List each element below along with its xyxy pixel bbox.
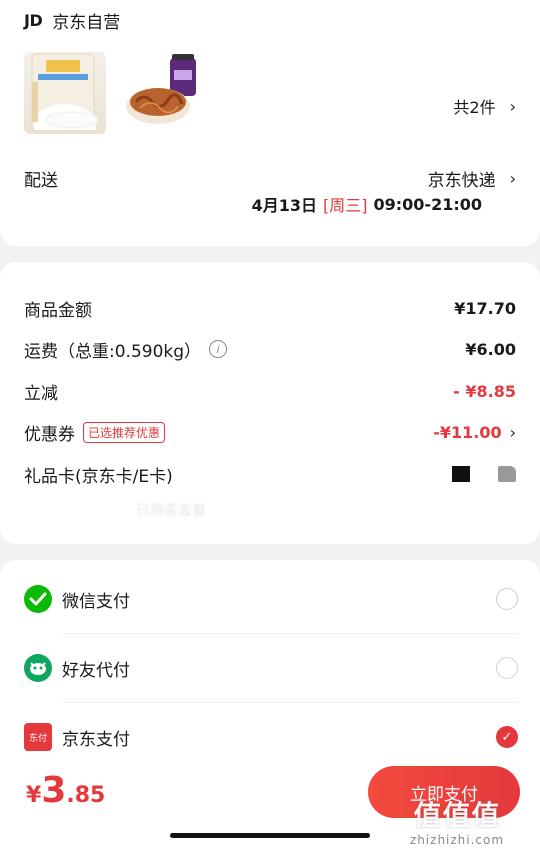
coupon-value: -¥11.00 (433, 422, 502, 442)
total-decimal: .85 (66, 783, 106, 808)
price-row-shipping-fee: 运费（总重:0.590kg） i ¥6.00 (24, 336, 516, 362)
info-icon[interactable]: i (209, 340, 228, 358)
watermark: 值值值 zhizhizhi.com (372, 799, 540, 848)
wechat-icon (24, 585, 52, 613)
wechat-pay-label: 微信支付 (62, 591, 130, 612)
price-row-discount: 立减 - ¥8.85 (24, 378, 516, 404)
store-header: JD 京东自营 (24, 8, 121, 33)
jd-pay-label: 京东支付 (62, 729, 130, 750)
blurred-text: 已购买去首 (136, 503, 206, 519)
shipping-method-selector[interactable]: 京东快递 › (428, 166, 516, 191)
shipping-fee-label: 运费（总重:0.590kg） (24, 341, 202, 362)
total-amount: ¥ 3 .85 (26, 770, 105, 811)
grey-card-icon (498, 466, 516, 482)
chevron-right-icon: › (509, 422, 516, 442)
friend-pay-label: 好友代付 (62, 660, 130, 681)
discount-label: 立减 (24, 383, 58, 404)
coupon-label: 优惠券 (24, 424, 75, 445)
jd-pay-icon: 东付 (24, 723, 52, 751)
gift-card-label: 礼品卡(京东卡/E卡) (24, 466, 173, 487)
product-thumbnail-pickle[interactable] (122, 52, 204, 134)
shipping-method: 京东快递 (427, 171, 496, 191)
coupon-recommended-badge: 已选推荐优惠 (83, 421, 166, 443)
delivery-time-window: 09:00-21:00 (373, 194, 483, 214)
friend-pay-radio[interactable] (496, 657, 518, 679)
delivery-weekday: [周三] (323, 196, 368, 215)
subtotal-value: ¥17.70 (454, 298, 516, 318)
friend-pay-icon (24, 654, 52, 682)
black-square-icon (452, 466, 470, 482)
payment-option-friend[interactable]: 好友代付 (24, 652, 518, 684)
payment-option-jd[interactable]: 东付 京东支付 ✓ (24, 721, 518, 753)
watermark-logo: 值值值 (413, 799, 501, 832)
gift-card-icons (452, 466, 516, 482)
price-row-gift-card[interactable]: 礼品卡(京东卡/E卡) (24, 461, 516, 487)
chevron-right-icon: › (509, 169, 516, 188)
total-integer: 3 (41, 770, 67, 811)
currency-symbol: ¥ (26, 783, 42, 808)
subtotal-label: 商品金额 (24, 300, 92, 321)
store-name: 京东自营 (52, 12, 121, 33)
price-row-coupon[interactable]: 优惠券 已选推荐优惠 -¥11.00 › (24, 419, 516, 445)
divider (62, 702, 518, 703)
discount-value: - ¥8.85 (453, 381, 516, 401)
item-count: 共2件 (453, 98, 496, 117)
payment-option-wechat[interactable]: 微信支付 (24, 583, 518, 615)
delivery-time[interactable]: 4月13日 [周三] 09:00-21:00 (252, 192, 482, 216)
checkout-bar: ¥ 3 .85 立即支付 值值值 zhizhizhi.com (0, 760, 540, 849)
product-thumbnail-salt[interactable] (24, 52, 106, 134)
home-indicator (170, 833, 370, 838)
store-card: JD 京东自营 共2件 › 配送 京东快递 › 4月13日 [周三] 09:00… (0, 0, 540, 246)
shipping-fee-value: ¥6.00 (465, 339, 516, 359)
price-row-subtotal: 商品金额 ¥17.70 (24, 295, 516, 321)
chevron-right-icon: › (509, 96, 516, 116)
delivery-date: 4月13日 (251, 196, 317, 215)
watermark-url: zhizhizhi.com (409, 833, 505, 847)
wechat-pay-radio[interactable] (496, 588, 518, 610)
item-count-link[interactable]: 共2件 › (453, 94, 516, 118)
shipping-label: 配送 (24, 171, 58, 191)
divider (62, 633, 518, 634)
jd-logo-icon: JD (24, 10, 43, 30)
jd-pay-radio-checked[interactable]: ✓ (496, 726, 518, 748)
